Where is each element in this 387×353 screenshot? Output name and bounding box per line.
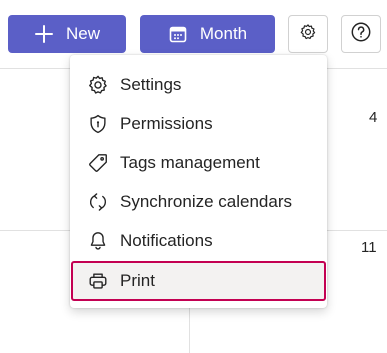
menu-item-label: Notifications — [120, 231, 213, 250]
menu-item-label: Print — [120, 271, 155, 290]
shield-icon — [86, 112, 110, 136]
menu-item-tags-management[interactable]: Tags management — [76, 145, 321, 181]
bell-icon — [86, 229, 110, 253]
settings-button[interactable] — [288, 15, 328, 53]
gear-icon — [299, 23, 317, 46]
menu-item-notifications[interactable]: Notifications — [76, 223, 321, 259]
menu-item-settings[interactable]: Settings — [76, 67, 321, 103]
day-number: 4 — [369, 109, 378, 126]
menu-item-label: Synchronize calendars — [120, 192, 292, 211]
menu-item-label: Settings — [120, 75, 182, 94]
question-icon — [350, 21, 372, 48]
menu-item-permissions[interactable]: Permissions — [76, 106, 321, 142]
plus-icon — [34, 24, 54, 44]
menu-item-print[interactable]: Print — [71, 261, 326, 301]
gear-icon — [86, 73, 110, 97]
calendar-icon — [168, 24, 188, 44]
new-button-label: New — [65, 24, 100, 43]
day-number: 11 — [361, 239, 377, 256]
month-view-button[interactable]: Month — [140, 15, 275, 53]
menu-item-synchronize-calendars[interactable]: Synchronize calendars — [76, 184, 321, 220]
menu-item-label: Permissions — [120, 114, 213, 133]
new-button[interactable]: New — [8, 15, 126, 53]
help-button[interactable] — [341, 15, 381, 53]
tag-icon — [86, 151, 110, 175]
printer-icon — [86, 269, 110, 293]
settings-dropdown-menu: Settings Permissions Tags management Syn… — [70, 55, 327, 308]
sync-icon — [86, 190, 110, 214]
menu-item-label: Tags management — [120, 153, 260, 172]
month-view-label: Month — [199, 24, 248, 43]
